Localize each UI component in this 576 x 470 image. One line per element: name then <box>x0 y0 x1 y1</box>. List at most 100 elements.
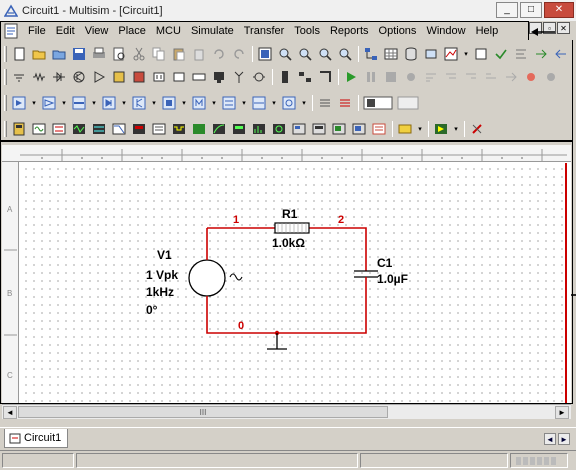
document-icon[interactable] <box>3 23 19 39</box>
capacitor-plates[interactable] <box>354 270 378 278</box>
tab-prev-button[interactable]: ◄ <box>544 433 556 445</box>
tab-next-button[interactable]: ► <box>558 433 570 445</box>
component-wizard-icon[interactable] <box>423 46 439 62</box>
tektronix-scope-icon[interactable] <box>351 121 367 137</box>
resistor-family-dropdown-icon[interactable]: ▾ <box>91 95 97 111</box>
current-probe-dropdown-icon[interactable]: ▾ <box>453 121 459 137</box>
diode-family-dropdown-icon[interactable]: ▾ <box>121 95 127 111</box>
run-to-cursor-icon[interactable] <box>503 69 519 85</box>
place-indicator-icon[interactable] <box>191 69 207 85</box>
horizontal-scrollbar[interactable]: ◄ III ► <box>2 404 571 419</box>
oscilloscope-icon[interactable] <box>71 121 87 137</box>
schematic-workspace[interactable]: A B C R1 1.0kΩ C1 1.0µF V1 1 Vpk 1kHz 0°… <box>2 145 571 403</box>
basic-family-dropdown-icon[interactable]: ▾ <box>61 95 67 111</box>
hierarchy-icon[interactable] <box>363 46 379 62</box>
menu-file[interactable]: File <box>23 22 51 40</box>
transistor-family-dropdown-icon[interactable]: ▾ <box>151 95 157 111</box>
place-source-icon[interactable] <box>11 69 27 85</box>
ground-symbol[interactable] <box>267 333 287 350</box>
step-out-icon[interactable] <box>483 69 499 85</box>
step-over-icon[interactable] <box>463 69 479 85</box>
place-diode-icon[interactable] <box>51 69 67 85</box>
toolbar-grip[interactable] <box>4 69 7 85</box>
toolbar-grip[interactable] <box>4 121 7 137</box>
zoom-fit-icon[interactable] <box>337 46 353 62</box>
logic-analyzer-icon[interactable] <box>171 121 187 137</box>
erc-icon[interactable] <box>493 46 509 62</box>
spectrum-analyzer-icon[interactable] <box>251 121 267 137</box>
open-sample-icon[interactable] <box>51 46 67 62</box>
minimize-button[interactable]: _ <box>496 2 518 18</box>
maximize-button[interactable]: □ <box>520 2 542 18</box>
menu-reports[interactable]: Reports <box>325 22 374 40</box>
step-icon[interactable] <box>423 69 439 85</box>
misc-family-icon[interactable] <box>191 95 207 111</box>
close-button[interactable]: ✕ <box>544 2 574 18</box>
database-icon[interactable] <box>403 46 419 62</box>
copy-icon[interactable] <box>151 46 167 62</box>
electrical-rules-check-icon[interactable] <box>469 121 485 137</box>
toggle-breakpoint-icon[interactable] <box>523 69 539 85</box>
spreadsheet-icon[interactable] <box>383 46 399 62</box>
pin-probe-icon[interactable] <box>403 69 419 85</box>
toolbar-grip[interactable] <box>4 95 7 111</box>
menu-tools[interactable]: Tools <box>289 22 325 40</box>
undo-icon[interactable] <box>211 46 227 62</box>
agilent-multimeter-icon[interactable] <box>311 121 327 137</box>
resistor-family-icon[interactable] <box>71 95 87 111</box>
wattmeter-icon[interactable] <box>51 121 67 137</box>
postprocessor-icon[interactable] <box>473 46 489 62</box>
menu-help[interactable]: Help <box>471 22 504 40</box>
pause-icon[interactable] <box>363 69 379 85</box>
function-generator-icon[interactable] <box>31 121 47 137</box>
distortion-analyzer-icon[interactable] <box>231 121 247 137</box>
agilent-scope-icon[interactable] <box>331 121 347 137</box>
multimeter-icon[interactable] <box>11 121 27 137</box>
iv-analyzer-icon[interactable] <box>211 121 227 137</box>
measurement-probe-icon[interactable] <box>397 121 413 137</box>
current-probe-icon[interactable] <box>433 121 449 137</box>
measurement-probe-dropdown-icon[interactable]: ▾ <box>417 121 423 137</box>
doc-close-button[interactable]: ✕ <box>557 22 570 34</box>
place-bus-icon[interactable] <box>317 69 333 85</box>
board-toggle-icon[interactable] <box>397 95 419 111</box>
rated-family-icon[interactable] <box>251 95 267 111</box>
measurement-family-dropdown-icon[interactable]: ▾ <box>181 95 187 111</box>
tab-circuit1[interactable]: Circuit1 <box>4 429 69 448</box>
power-family-dropdown-icon[interactable]: ▾ <box>241 95 247 111</box>
redo-icon[interactable] <box>231 46 247 62</box>
place-mixed-icon[interactable] <box>171 69 187 85</box>
analog-family-dropdown-icon[interactable]: ▾ <box>31 95 37 111</box>
menu-view[interactable]: View <box>80 22 114 40</box>
place-ttl-icon[interactable] <box>111 69 127 85</box>
network-analyzer-icon[interactable] <box>271 121 287 137</box>
paste-icon[interactable] <box>171 46 187 62</box>
new-icon[interactable] <box>11 46 27 62</box>
analog-family-icon[interactable] <box>11 95 27 111</box>
title-bar[interactable]: Circuit1 - Multisim - [Circuit1] _ □ ✕ <box>0 0 576 21</box>
agilent-generator-icon[interactable] <box>291 121 307 137</box>
misc-family-dropdown-icon[interactable]: ▾ <box>211 95 217 111</box>
basic-family-icon[interactable] <box>41 95 57 111</box>
print-preview-icon[interactable] <box>111 46 127 62</box>
zoom-in-icon[interactable] <box>277 46 293 62</box>
grapher-icon[interactable] <box>317 95 333 111</box>
in-use-list-icon[interactable] <box>337 95 353 111</box>
diode-family-icon[interactable] <box>101 95 117 111</box>
graph-icon[interactable] <box>443 46 459 62</box>
zoom-out-icon[interactable] <box>297 46 313 62</box>
measurement-family-icon[interactable] <box>161 95 177 111</box>
scroll-right-button[interactable]: ► <box>555 406 569 419</box>
place-transistor-icon[interactable] <box>71 69 87 85</box>
toolbar-grip[interactable] <box>4 46 7 62</box>
menu-simulate[interactable]: Simulate <box>186 22 239 40</box>
remove-breakpoints-icon[interactable] <box>543 69 559 85</box>
place-hierarchical-icon[interactable] <box>297 69 313 85</box>
cut-icon[interactable] <box>131 46 147 62</box>
save-icon[interactable] <box>71 46 87 62</box>
forward-annotate-icon[interactable] <box>533 46 549 62</box>
delete-icon[interactable] <box>191 46 207 62</box>
wire-net0[interactable] <box>206 289 367 334</box>
frequency-counter-icon[interactable] <box>131 121 147 137</box>
logic-converter-icon[interactable] <box>191 121 207 137</box>
